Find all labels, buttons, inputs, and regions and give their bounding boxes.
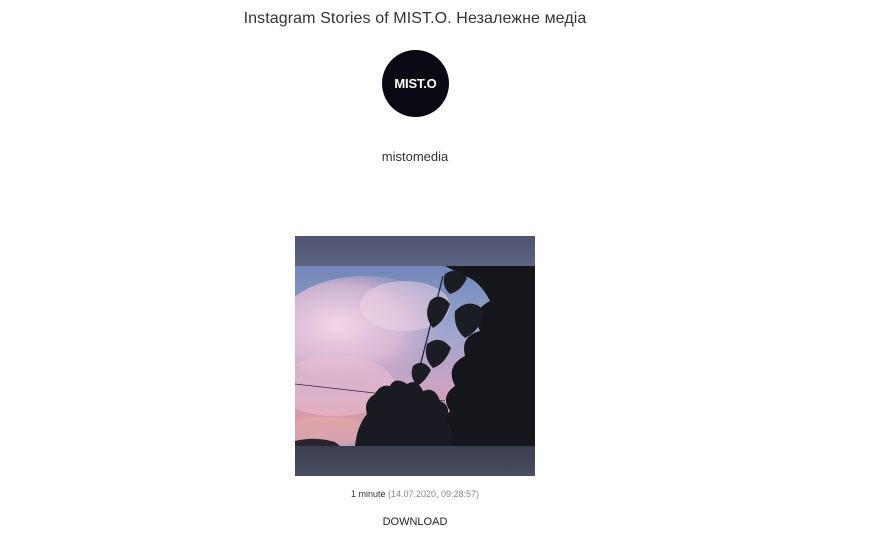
avatar-logo-text: MIST.O xyxy=(394,76,437,91)
story-duration: 1 minute xyxy=(350,489,386,499)
page: Instagram Stories of MIST.O. Незалежне м… xyxy=(0,0,893,539)
story-timestamp: (14.07.2020, 09:28:57) xyxy=(387,489,480,499)
page-title: Instagram Stories of MIST.O. Незалежне м… xyxy=(243,10,587,27)
username[interactable]: mistomedia xyxy=(0,149,830,164)
story-meta: 1 minute (14.07.2020, 09:28:57) xyxy=(0,489,830,499)
story-thumbnail[interactable] xyxy=(295,236,535,476)
avatar[interactable]: MIST.O xyxy=(382,50,449,117)
story-image xyxy=(295,236,535,476)
download-link[interactable]: DOWNLOAD xyxy=(0,516,830,528)
